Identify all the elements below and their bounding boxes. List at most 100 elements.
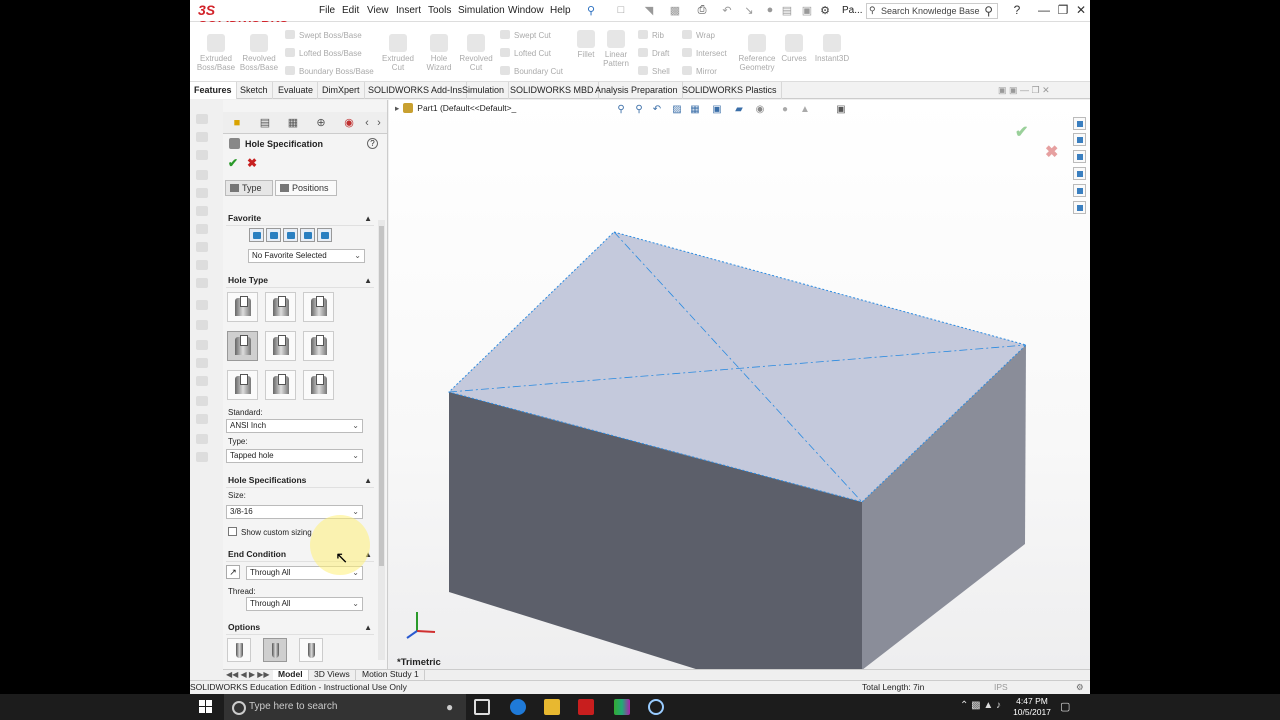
option-remove-thread[interactable] — [299, 638, 323, 662]
tab-type[interactable]: Type — [225, 180, 273, 196]
photo-icon[interactable]: ▣ — [800, 4, 814, 17]
scroll-thumb[interactable] — [379, 226, 384, 566]
menu-file[interactable]: File — [319, 5, 335, 16]
hole-type-legacy[interactable] — [303, 331, 334, 361]
new-document-icon[interactable]: □ — [614, 4, 628, 17]
doc-restore-icon[interactable]: ▣ ▣ — ❐ ✕ — [998, 85, 1050, 96]
home-panel-icon[interactable] — [1073, 117, 1086, 130]
dimxpert-tab-icon[interactable]: ⊕ — [311, 115, 331, 131]
reverse-direction-icon[interactable]: ↗ — [226, 565, 240, 579]
favorite-save-icon[interactable] — [300, 228, 315, 242]
part-model[interactable] — [389, 100, 1090, 670]
search-icon[interactable]: ⚲ — [984, 4, 993, 18]
reference-geometry-button[interactable]: Reference Geometry — [736, 34, 778, 72]
menu-insert[interactable]: Insert — [396, 5, 421, 16]
microphone-icon[interactable]: ● — [446, 700, 453, 714]
strip-icon[interactable] — [196, 150, 208, 160]
wrap-button[interactable]: Wrap — [682, 30, 715, 42]
open-icon[interactable]: ◥ — [642, 4, 656, 17]
tab-model[interactable]: Model — [273, 670, 309, 680]
print-icon[interactable]: ⎙ — [695, 4, 709, 17]
revolved-boss-button[interactable]: Revolved Boss/Base — [238, 34, 280, 72]
undo-icon[interactable]: ↶ — [720, 4, 734, 17]
display-manager-tab-icon[interactable]: ◉ — [339, 115, 359, 131]
tab-dimxpert[interactable]: DimXpert — [318, 82, 365, 99]
minimize-button[interactable]: — — [1035, 3, 1053, 19]
menu-tools[interactable]: Tools — [428, 5, 451, 16]
maximize-button[interactable]: ❐ — [1054, 3, 1072, 19]
file-properties-icon[interactable]: ▤ — [780, 4, 794, 17]
pm-scrollbar[interactable] — [378, 220, 385, 660]
hole-type-slot[interactable] — [303, 370, 334, 400]
tab-analysis-preparation[interactable]: Analysis Preparation — [591, 82, 683, 99]
confirm-cancel-icon[interactable]: ✖ — [1045, 142, 1058, 162]
hole-type-tapped[interactable] — [227, 331, 258, 361]
edge-browser-icon[interactable] — [510, 699, 526, 715]
menu-edit[interactable]: Edit — [342, 5, 359, 16]
favorite-select[interactable]: No Favorite Selected ⌄ — [248, 249, 365, 263]
standard-select[interactable]: ANSI Inch ⌄ — [226, 419, 363, 433]
strip-icon[interactable] — [196, 452, 208, 462]
app-taskbar-icon[interactable] — [614, 699, 630, 715]
graphics-viewport[interactable]: ▸ Part1 (Default<<Default>_ ⚲ ⚲ ↶ ▨ ▦ ▣ ▰… — [389, 100, 1090, 670]
view-palette-icon[interactable] — [1073, 167, 1086, 180]
mirror-button[interactable]: Mirror — [682, 66, 717, 78]
tab-motion-study[interactable]: Motion Study 1 — [357, 670, 425, 680]
revolved-cut-button[interactable]: Revolved Cut — [456, 34, 496, 72]
taskbar-clock[interactable]: 4:47 PM 10/5/2017 — [1010, 696, 1054, 718]
strip-icon[interactable] — [196, 170, 208, 180]
tab-solidworks-mbd[interactable]: SOLIDWORKS MBD — [506, 82, 599, 99]
tab-solidworks-addins[interactable]: SOLIDWORKS Add-Ins — [364, 82, 468, 99]
hole-wizard-button[interactable]: Hole Wizard — [422, 34, 456, 72]
recorder-taskbar-icon[interactable] — [648, 699, 664, 715]
notifications-icon[interactable]: ▢ — [1060, 700, 1070, 713]
close-button[interactable]: ✕ — [1072, 3, 1090, 19]
strip-icon[interactable] — [196, 300, 208, 310]
status-units[interactable]: IPS — [994, 681, 1008, 693]
search-knowledge-base[interactable]: ⚲ Search Knowledge Base ⚲ — [866, 3, 998, 19]
swept-boss-button[interactable]: Swept Boss/Base — [285, 30, 362, 42]
options-group-header[interactable]: Options ▲ — [226, 621, 374, 635]
menu-window[interactable]: Window — [508, 5, 544, 16]
tab-nav-arrows-icon[interactable]: ◀◀ ◀ ▶ ▶▶ — [226, 670, 270, 679]
linear-pattern-button[interactable]: Linear Pattern — [600, 30, 632, 68]
hole-type-countersink-slot[interactable] — [265, 370, 296, 400]
strip-icon[interactable] — [196, 114, 208, 124]
favorite-group-header[interactable]: Favorite ▲ — [226, 212, 374, 226]
tab-sketch[interactable]: Sketch — [236, 82, 273, 99]
menu-view[interactable]: View — [367, 5, 389, 16]
solidworks-taskbar-icon[interactable] — [578, 699, 594, 715]
save-icon[interactable]: ▩ — [668, 4, 682, 17]
tab-positions[interactable]: Positions — [275, 180, 337, 196]
select-icon[interactable]: ↘ — [742, 4, 756, 17]
hole-specifications-group-header[interactable]: Hole Specifications ▲ — [226, 474, 374, 488]
hole-type-countersink[interactable] — [265, 292, 296, 322]
tab-solidworks-plastics[interactable]: SOLIDWORKS Plastics — [678, 82, 782, 99]
solidworks-logo[interactable]: 3S SOLIDWORKS — [198, 2, 298, 33]
favorite-add-icon[interactable] — [266, 228, 281, 242]
hole-type-straight-tap[interactable] — [265, 331, 296, 361]
hole-type-counterbore-slot[interactable] — [227, 370, 258, 400]
appearances-icon[interactable] — [1073, 184, 1086, 197]
option-cosmetic-thread[interactable] — [263, 638, 287, 662]
help-icon[interactable]: ? — [1008, 3, 1026, 19]
fillet-button[interactable]: Fillet — [572, 30, 600, 59]
lofted-boss-button[interactable]: Lofted Boss/Base — [285, 48, 362, 60]
option-tap-drill[interactable] — [227, 638, 251, 662]
task-view-icon[interactable] — [474, 699, 490, 715]
intersect-button[interactable]: Intersect — [682, 48, 727, 60]
more-menu[interactable]: Pa... — [842, 5, 863, 16]
rebuild-icon[interactable]: ● — [763, 4, 777, 17]
favorite-update-icon[interactable] — [283, 228, 298, 242]
pin-icon[interactable]: ⚲ — [584, 4, 598, 17]
boundary-cut-button[interactable]: Boundary Cut — [500, 66, 563, 78]
strip-icon[interactable] — [196, 434, 208, 444]
strip-icon[interactable] — [196, 414, 208, 424]
swept-cut-button[interactable]: Swept Cut — [500, 30, 551, 42]
taskbar-search[interactable]: Type here to search — [224, 694, 466, 720]
extruded-cut-button[interactable]: Extruded Cut — [380, 34, 416, 72]
strip-icon[interactable] — [196, 132, 208, 142]
thread-select[interactable]: Through All ⌄ — [246, 597, 363, 611]
status-options-icon[interactable]: ⚙ — [1076, 681, 1084, 693]
strip-icon[interactable] — [196, 376, 208, 386]
